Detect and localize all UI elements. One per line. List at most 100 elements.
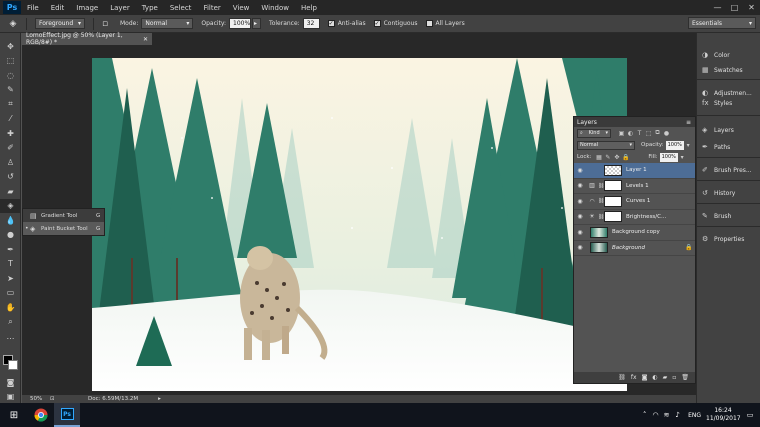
- close-icon[interactable]: ✕: [143, 36, 148, 43]
- new-group-icon[interactable]: ▰: [663, 374, 668, 381]
- photoshop-app-icon[interactable]: Ps: [54, 403, 80, 427]
- filter-smart-object-icon[interactable]: ⧉: [653, 129, 662, 137]
- layers-panel-header[interactable]: Layers ≡: [574, 117, 695, 127]
- chevron-down-icon[interactable]: ▾: [684, 142, 693, 149]
- layer-row[interactable]: ◉ ▥ ⛓ Levels 1: [574, 179, 695, 194]
- screen-mode-icon[interactable]: ▣: [0, 389, 21, 404]
- menu-image[interactable]: Image: [70, 4, 104, 12]
- paint-bucket-preset-icon[interactable]: ◈: [6, 17, 20, 31]
- link-layers-icon[interactable]: ⛓: [618, 374, 626, 381]
- panel-paths[interactable]: ✒ Paths: [697, 140, 760, 154]
- panel-adjustments[interactable]: ◐ Adjustmen...: [697, 86, 760, 100]
- delete-layer-icon[interactable]: 🗑: [681, 374, 689, 381]
- paint-bucket-tool-icon[interactable]: ◈: [0, 198, 21, 213]
- wifi-icon[interactable]: ≋: [661, 411, 672, 419]
- panel-brush-presets[interactable]: ✐ Brush Pres...: [697, 163, 760, 177]
- menu-layer[interactable]: Layer: [104, 4, 136, 12]
- new-adjustment-layer-icon[interactable]: ◐: [652, 374, 657, 381]
- layer-row[interactable]: ◉ ☀ ⛓ Brightness/C...: [574, 210, 695, 225]
- eraser-tool-icon[interactable]: ▰: [0, 184, 21, 199]
- eye-icon[interactable]: ◉: [574, 167, 586, 174]
- network-icon[interactable]: ◠: [650, 411, 661, 419]
- menu-filter[interactable]: Filter: [197, 4, 226, 12]
- filter-kind-select[interactable]: ⌕ Kind ▾: [577, 128, 611, 138]
- dodge-tool-icon[interactable]: ●: [0, 228, 21, 243]
- eye-icon[interactable]: ◉: [574, 244, 586, 251]
- eye-icon[interactable]: ◉: [574, 229, 586, 236]
- workspace-select[interactable]: Essentials ▾: [688, 17, 756, 29]
- zoom-tool-icon[interactable]: ⌕: [0, 315, 21, 330]
- chrome-app-icon[interactable]: [28, 403, 54, 427]
- clone-stamp-tool-icon[interactable]: ♙: [0, 155, 21, 170]
- chevron-up-icon[interactable]: ˄: [639, 411, 650, 419]
- eyedropper-tool-icon[interactable]: ⁄: [0, 112, 21, 127]
- panel-layers[interactable]: ◈ Layers: [697, 123, 760, 137]
- menu-view[interactable]: View: [227, 4, 256, 12]
- close-icon[interactable]: ✕: [743, 0, 760, 15]
- volume-icon[interactable]: ♪: [672, 411, 683, 419]
- clock[interactable]: 16:24 11/09/2017: [706, 407, 741, 423]
- blend-mode-select[interactable]: Normal ▾: [577, 140, 635, 150]
- filter-shape-icon[interactable]: ⬚: [644, 130, 653, 137]
- crop-tool-icon[interactable]: ⌗: [0, 97, 21, 112]
- panel-history[interactable]: ↺ History: [697, 186, 760, 200]
- eye-icon[interactable]: ◉: [574, 213, 586, 220]
- lasso-tool-icon[interactable]: ◌: [0, 68, 21, 83]
- lock-all-icon[interactable]: 🔒: [621, 154, 630, 161]
- all-layers-checkbox[interactable]: [425, 20, 433, 27]
- lock-position-icon[interactable]: ✥: [612, 154, 621, 161]
- layer-style-fx-icon[interactable]: fx: [631, 374, 637, 381]
- menu-window[interactable]: Window: [255, 4, 295, 12]
- hand-tool-icon[interactable]: ✋: [0, 300, 21, 315]
- mode-select[interactable]: Normal ▾: [141, 18, 194, 29]
- canvas-image[interactable]: [92, 58, 627, 391]
- layer-row[interactable]: ◉ ◠ ⛓ Curves 1: [574, 194, 695, 210]
- filter-adjustment-icon[interactable]: ◐: [626, 130, 635, 137]
- pattern-picker-icon[interactable]: ▫: [98, 17, 112, 31]
- tolerance-input[interactable]: 32: [302, 18, 320, 29]
- eye-icon[interactable]: ◉: [574, 182, 586, 189]
- new-layer-icon[interactable]: ▫: [672, 374, 676, 381]
- type-tool-icon[interactable]: T: [0, 257, 21, 272]
- minimize-icon[interactable]: —: [709, 0, 726, 15]
- opacity-slider-toggle[interactable]: ▸: [252, 18, 262, 29]
- path-selection-tool-icon[interactable]: ➤: [0, 271, 21, 286]
- lock-pixels-icon[interactable]: ✎: [603, 154, 612, 161]
- marquee-tool-icon[interactable]: ⬚: [0, 54, 21, 69]
- layer-mask-thumbnail[interactable]: [604, 195, 622, 207]
- opacity-input[interactable]: 100%: [229, 18, 252, 29]
- panel-styles[interactable]: fx Styles: [697, 99, 760, 107]
- add-mask-icon[interactable]: ◙: [642, 374, 648, 381]
- background-color-swatch[interactable]: [8, 360, 18, 370]
- layer-mask-thumbnail[interactable]: [604, 211, 622, 223]
- rectangle-tool-icon[interactable]: ▭: [0, 286, 21, 301]
- filter-pixel-icon[interactable]: ▣: [617, 130, 626, 137]
- layer-opacity-input[interactable]: 100%: [665, 140, 684, 150]
- flyout-gradient-tool[interactable]: ▤ Gradient Tool G: [23, 209, 104, 222]
- maximize-icon[interactable]: □: [726, 0, 743, 15]
- panel-swatches[interactable]: ▦ Swatches: [697, 63, 760, 77]
- layer-row[interactable]: ◉ Background copy: [574, 225, 695, 241]
- panel-properties[interactable]: ⚙ Properties: [697, 232, 760, 246]
- layer-fill-input[interactable]: 100%: [659, 152, 678, 162]
- menu-select[interactable]: Select: [164, 4, 198, 12]
- pen-tool-icon[interactable]: ✒: [0, 242, 21, 257]
- menu-file[interactable]: File: [21, 4, 45, 12]
- panel-color[interactable]: ◑ Color: [697, 48, 760, 62]
- anti-alias-checkbox[interactable]: ✓: [327, 20, 335, 27]
- status-info-icon[interactable]: ⊡: [50, 396, 60, 402]
- language-indicator[interactable]: ENG: [688, 412, 701, 419]
- windows-start-icon[interactable]: ⊞: [0, 403, 28, 427]
- notifications-icon[interactable]: ▭: [740, 411, 760, 419]
- menu-edit[interactable]: Edit: [45, 4, 71, 12]
- chevron-down-icon[interactable]: ▾: [678, 154, 687, 161]
- layer-mask-thumbnail[interactable]: [604, 180, 622, 192]
- more-tools-icon[interactable]: …: [0, 329, 21, 344]
- move-tool-icon[interactable]: ✥: [0, 39, 21, 54]
- healing-brush-tool-icon[interactable]: ✚: [0, 126, 21, 141]
- layer-row[interactable]: ◉ Background 🔒: [574, 241, 695, 256]
- menu-type[interactable]: Type: [136, 4, 164, 12]
- quick-selection-tool-icon[interactable]: ✎: [0, 83, 21, 98]
- filter-type-icon[interactable]: T: [635, 130, 644, 137]
- contiguous-checkbox[interactable]: ✓: [373, 20, 381, 27]
